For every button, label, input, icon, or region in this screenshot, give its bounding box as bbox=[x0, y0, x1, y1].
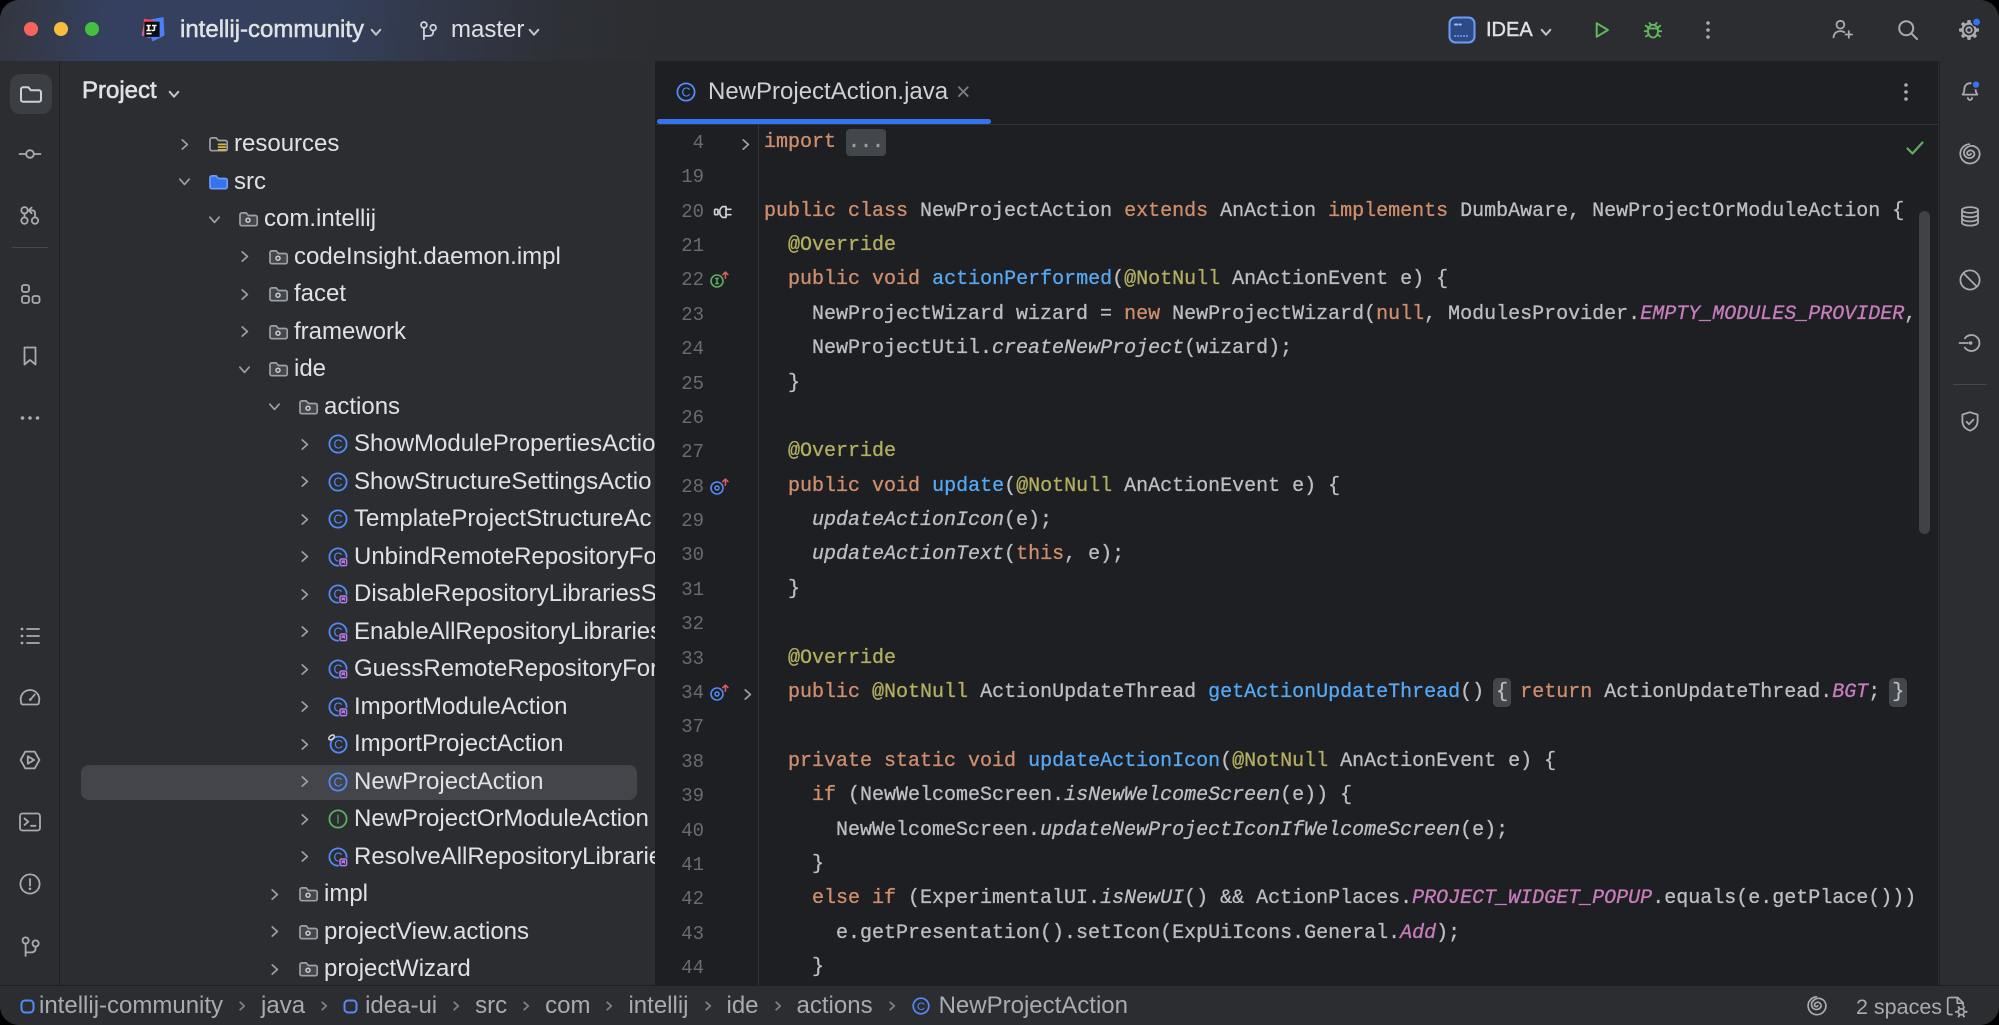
svg-text:C: C bbox=[334, 738, 343, 752]
svg-text:C: C bbox=[681, 85, 690, 99]
svg-text:C: C bbox=[333, 475, 342, 489]
svg-text:I: I bbox=[336, 812, 339, 826]
svg-text:C: C bbox=[333, 437, 342, 451]
svg-text:C: C bbox=[333, 775, 342, 789]
svg-text:C: C bbox=[916, 1001, 924, 1013]
svg-text:C: C bbox=[333, 512, 342, 526]
